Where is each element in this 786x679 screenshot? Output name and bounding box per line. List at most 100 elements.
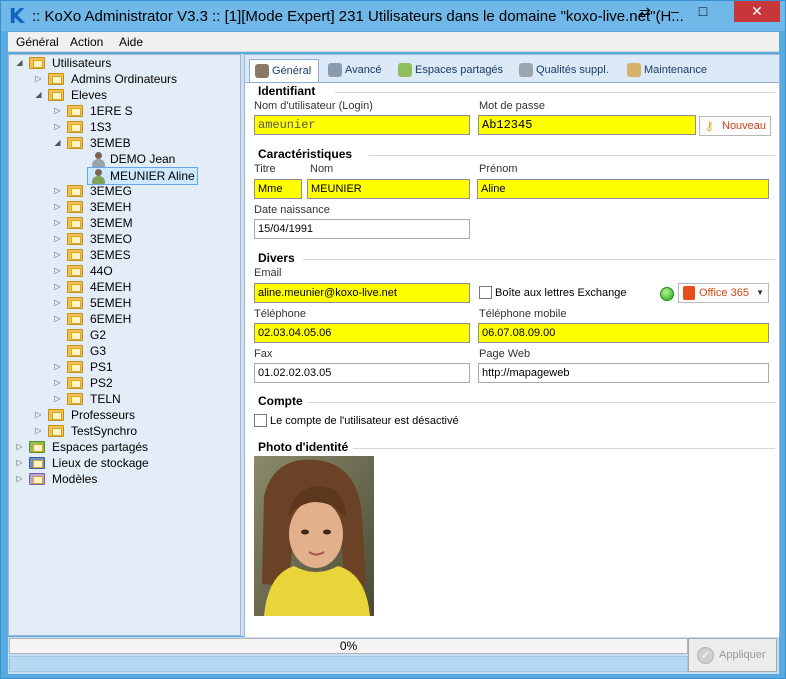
expand-icon[interactable]: ▷ <box>15 455 24 471</box>
tab-maintenance[interactable]: Maintenance <box>622 59 707 83</box>
close-button[interactable]: ✕ <box>734 1 780 22</box>
expand-icon[interactable]: ▷ <box>15 471 24 487</box>
fax-field[interactable]: 01.02.02.03.05 <box>254 363 470 383</box>
tree-label: Lieux de stockage <box>52 456 149 470</box>
menu-action[interactable]: Action <box>70 35 103 49</box>
folder-icon <box>67 137 83 149</box>
folder-icon <box>67 105 83 117</box>
minimize-button[interactable]: – <box>661 1 689 22</box>
users-icon <box>519 63 533 77</box>
tree-label: 6EMEH <box>90 312 132 326</box>
nom-label: Nom <box>310 163 334 175</box>
password-field[interactable]: Ab12345 <box>478 115 696 135</box>
expand-icon[interactable]: ▷ <box>34 423 43 439</box>
tab-label: Espaces partagés <box>415 64 504 76</box>
tree-label: 3EMEB <box>90 136 131 150</box>
dropdown-arrow-icon: ▼ <box>756 288 764 297</box>
key-icon: ⚷ <box>705 119 714 133</box>
title-bar[interactable]: K :: KoXo Administrator V3.3 :: [1][Mode… <box>1 1 785 31</box>
web-label: Page Web <box>479 348 531 360</box>
menu-general[interactable]: Général <box>16 35 59 49</box>
window-title: :: KoXo Administrator V3.3 :: [1][Mode E… <box>32 8 684 25</box>
fax-label: Fax <box>254 348 273 360</box>
expand-icon[interactable]: ▷ <box>53 263 62 279</box>
expand-icon[interactable]: ▷ <box>53 247 62 263</box>
titre-field[interactable]: Mme <box>254 179 302 199</box>
folder-icon <box>67 201 83 213</box>
expand-icon[interactable]: ▷ <box>53 103 62 119</box>
folder-icon <box>67 121 83 133</box>
password-label: Mot de passe <box>479 100 546 112</box>
identity-photo[interactable] <box>254 456 374 616</box>
tab-espaces-partages[interactable]: Espaces partagés <box>393 59 503 83</box>
status-ok-icon <box>660 287 674 301</box>
office365-button[interactable]: Office 365 ▼ <box>678 283 769 303</box>
folder-icon <box>67 185 83 197</box>
folder-icon <box>67 377 83 389</box>
tab-qualites[interactable]: Qualités suppl. <box>514 59 609 83</box>
tree-label: 3EMEH <box>90 200 132 214</box>
tab-bar: Général Avancé Espaces partagés Qualités… <box>245 55 779 83</box>
exchange-checkbox[interactable] <box>479 286 492 299</box>
status-bar: 0% ✓ Appliquer <box>8 637 779 674</box>
tree-label: 3EMEG <box>90 184 133 198</box>
details-panel: Général Avancé Espaces partagés Qualités… <box>244 54 780 637</box>
nom-field[interactable]: MEUNIER <box>307 179 470 199</box>
expand-icon[interactable]: ▷ <box>34 71 43 87</box>
collapse-icon[interactable]: ◢ <box>53 135 62 151</box>
tree-label: 1S3 <box>90 120 112 134</box>
mobile-field[interactable]: 06.07.08.09.00 <box>478 323 769 343</box>
main-window: K :: KoXo Administrator V3.3 :: [1][Mode… <box>0 0 786 679</box>
naissance-field[interactable]: 15/04/1991 <box>254 219 470 239</box>
login-field[interactable]: ameunier <box>254 115 470 135</box>
tree-label: 1ERE S <box>90 104 133 118</box>
expand-icon[interactable]: ▷ <box>53 391 62 407</box>
expand-icon[interactable]: ▷ <box>53 215 62 231</box>
new-password-button[interactable]: ⚷ Nouveau <box>699 116 771 136</box>
section-divider <box>303 259 775 260</box>
tab-label: Maintenance <box>644 64 707 76</box>
expand-icon[interactable]: ▷ <box>53 311 62 327</box>
tree-label: Modèles <box>52 472 98 486</box>
tab-label: Général <box>272 65 312 77</box>
expand-icon[interactable]: ▷ <box>53 199 62 215</box>
tree-label: TestSynchro <box>71 424 138 438</box>
expand-icon[interactable]: ▷ <box>53 231 62 247</box>
folder-icon <box>48 425 64 437</box>
expand-icon[interactable]: ▷ <box>53 295 62 311</box>
collapse-icon[interactable]: ◢ <box>15 55 24 71</box>
account-disabled-checkbox[interactable] <box>254 414 267 427</box>
expand-icon[interactable]: ▷ <box>15 439 24 455</box>
tab-general[interactable]: Général <box>249 59 319 83</box>
folder-icon <box>67 313 83 325</box>
tab-content-general: Identifiant Nom d'utilisateur (Login) am… <box>245 82 779 637</box>
tree-label: Admins Ordinateurs <box>71 72 178 86</box>
section-divider <box>369 155 775 156</box>
tree-label: PS2 <box>90 376 113 390</box>
menu-aide[interactable]: Aide <box>119 35 143 49</box>
shared-folder-icon <box>29 441 45 453</box>
folder-icon <box>67 297 83 309</box>
storage-icon <box>29 457 45 469</box>
expand-icon[interactable]: ▷ <box>53 375 62 391</box>
maximize-button[interactable]: □ <box>689 1 717 22</box>
expand-icon[interactable]: ▷ <box>53 359 62 375</box>
tree-label: 3EMES <box>90 248 131 262</box>
telephone-label: Téléphone <box>254 308 306 320</box>
telephone-field[interactable]: 02.03.04.05.06 <box>254 323 470 343</box>
template-icon <box>29 473 45 485</box>
folder-icon <box>67 233 83 245</box>
apply-button[interactable]: ✓ Appliquer <box>688 638 777 672</box>
user-icon <box>255 64 269 78</box>
tree-label: MEUNIER Aline <box>110 169 195 183</box>
prenom-field[interactable]: Aline <box>477 179 769 199</box>
web-field[interactable]: http://mapageweb <box>478 363 769 383</box>
collapse-icon[interactable]: ◢ <box>34 87 43 103</box>
expand-icon[interactable]: ▷ <box>53 119 62 135</box>
expand-icon[interactable]: ▷ <box>53 183 62 199</box>
expand-icon[interactable]: ▷ <box>34 407 43 423</box>
expand-icon[interactable]: ▷ <box>53 279 62 295</box>
tab-avance[interactable]: Avancé <box>323 59 382 83</box>
folder-icon <box>67 361 83 373</box>
email-field[interactable]: aline.meunier@koxo-live.net <box>254 283 470 303</box>
